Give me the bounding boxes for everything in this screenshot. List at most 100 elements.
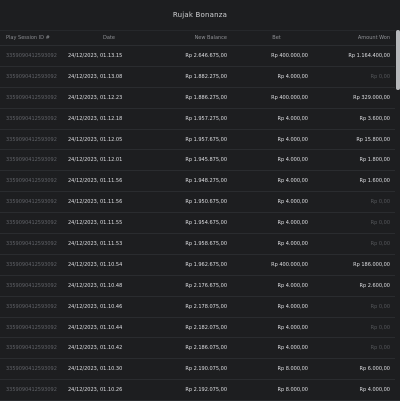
cell-amount-won: Rp 15.800,00 bbox=[356, 136, 390, 143]
header-date: Date bbox=[103, 35, 115, 41]
cell-session-id[interactable]: 3359090412593092 bbox=[0, 137, 64, 143]
cell-bet: Rp 4.000,00 bbox=[277, 345, 308, 352]
cell-new-balance: Rp 1.962.675,00 bbox=[185, 261, 227, 268]
cell-new-balance: Rp 1.948.275,00 bbox=[185, 178, 227, 185]
scrollbar-thumb[interactable] bbox=[396, 30, 400, 90]
cell-amount-won: Rp 3.600,00 bbox=[359, 115, 390, 122]
cell-amount-won: Rp 0,00 bbox=[370, 240, 390, 247]
cell-date: 24/12/2023, 01.10.42 bbox=[68, 345, 123, 352]
cell-session-id[interactable]: 3359090412593092 bbox=[0, 53, 64, 59]
cell-amount-won: Rp 1.164.400,00 bbox=[348, 52, 390, 59]
table-row[interactable]: 3359090412593092 24/12/2023, 01.10.42 Rp 2… bbox=[0, 338, 400, 360]
table-row[interactable]: 3359090412593092 24/12/2023, 01.10.48 Rp 2… bbox=[0, 276, 400, 297]
table-row[interactable]: 3359090412593092 24/12/2023, 01.11.56 Rp 1… bbox=[0, 171, 400, 193]
cell-session-id[interactable]: 3359090412593092 bbox=[0, 283, 64, 289]
cell-bet: Rp 4.000,00 bbox=[277, 73, 308, 80]
cell-bet: Rp 4.000,00 bbox=[277, 136, 308, 143]
window-title: Rujak Bonanza bbox=[172, 11, 228, 19]
table-row[interactable]: 3359090412593092 24/12/2023, 01.13.15 Rp 2… bbox=[0, 46, 400, 67]
cell-bet: Rp 4.000,00 bbox=[277, 178, 308, 185]
table-row[interactable]: 3359090412593092 24/12/2023, 01.12.01 Rp 1… bbox=[0, 150, 400, 172]
cell-date: 24/12/2023, 01.10.44 bbox=[68, 324, 123, 331]
cell-session-id[interactable]: 3359090412593092 bbox=[0, 95, 64, 101]
cell-date: 24/12/2023, 01.11.56 bbox=[68, 178, 123, 185]
cell-amount-won: Rp 0,00 bbox=[370, 73, 390, 80]
table-header: Play Session ID # Date New Balance Bet A… bbox=[0, 31, 400, 46]
cell-new-balance: Rp 1.957.675,00 bbox=[185, 136, 227, 143]
cell-session-id[interactable]: 3359090412593092 bbox=[0, 304, 64, 310]
table-row[interactable]: 3359090412593092 24/12/2023, 01.13.08 Rp 1… bbox=[0, 67, 400, 88]
window-title-bar: Rujak Bonanza bbox=[0, 0, 400, 31]
header-amount-won: Amount Won bbox=[357, 35, 390, 41]
cell-session-id[interactable]: 3359090412593092 bbox=[0, 366, 64, 372]
cell-date: 24/12/2023, 01.10.26 bbox=[68, 387, 123, 394]
table-row[interactable]: 3359090412593092 24/12/2023, 01.11.53 Rp 1… bbox=[0, 234, 400, 255]
cell-new-balance: Rp 1.954.675,00 bbox=[185, 220, 227, 227]
cell-bet: Rp 4.000,00 bbox=[277, 220, 308, 227]
cell-new-balance: Rp 2.182.075,00 bbox=[185, 324, 227, 331]
cell-amount-won: Rp 0,00 bbox=[370, 199, 390, 206]
cell-new-balance: Rp 1.882.275,00 bbox=[185, 73, 227, 80]
table-row[interactable]: 3359090412593092 24/12/2023, 01.11.56 Rp 1… bbox=[0, 192, 400, 214]
cell-session-id[interactable]: 3359090412593092 bbox=[0, 262, 64, 268]
cell-new-balance: Rp 2.178.075,00 bbox=[185, 303, 227, 310]
cell-session-id[interactable]: 3359090412593092 bbox=[0, 116, 64, 122]
cell-bet: Rp 400.000,00 bbox=[271, 261, 308, 268]
cell-date: 24/12/2023, 01.10.30 bbox=[68, 366, 123, 373]
cell-bet: Rp 4.000,00 bbox=[277, 240, 308, 247]
cell-session-id[interactable]: 3359090412593092 bbox=[0, 241, 64, 247]
cell-amount-won: Rp 2.600,00 bbox=[359, 282, 390, 289]
cell-new-balance: Rp 1.886.275,00 bbox=[185, 94, 227, 101]
scrollbar[interactable] bbox=[395, 30, 400, 400]
cell-date: 24/12/2023, 01.10.48 bbox=[68, 282, 123, 289]
table-row[interactable]: 3359090412593092 24/12/2023, 01.10.30 Rp 2… bbox=[0, 359, 400, 381]
cell-amount-won: Rp 329.000,00 bbox=[353, 94, 390, 101]
history-panel: Rujak Bonanza Play Session ID # Date New… bbox=[0, 0, 400, 401]
table-row[interactable]: 3359090412593092 24/12/2023, 01.11.55 Rp 1… bbox=[0, 213, 400, 235]
cell-session-id[interactable]: 3359090412593092 bbox=[0, 345, 64, 351]
cell-bet: Rp 8.000,00 bbox=[277, 387, 308, 394]
cell-date: 24/12/2023, 01.10.54 bbox=[68, 261, 123, 268]
cell-new-balance: Rp 1.957.275,00 bbox=[185, 115, 227, 122]
cell-bet: Rp 4.000,00 bbox=[277, 324, 308, 331]
cell-session-id[interactable]: 3359090412593092 bbox=[0, 178, 64, 184]
table-row[interactable]: 3359090412593092 24/12/2023, 01.10.26 Rp 2… bbox=[0, 380, 400, 401]
cell-amount-won: Rp 1.800,00 bbox=[359, 157, 390, 164]
cell-amount-won: Rp 186.000,00 bbox=[353, 261, 390, 268]
cell-session-id[interactable]: 3359090412593092 bbox=[0, 199, 64, 205]
cell-new-balance: Rp 2.646.675,00 bbox=[185, 52, 227, 59]
header-new-balance: New Balance bbox=[194, 35, 227, 41]
cell-bet: Rp 4.000,00 bbox=[277, 303, 308, 310]
cell-amount-won: Rp 1.600,00 bbox=[359, 178, 390, 185]
cell-bet: Rp 400.000,00 bbox=[271, 94, 308, 101]
cell-session-id[interactable]: 3359090412593092 bbox=[0, 74, 64, 80]
cell-date: 24/12/2023, 01.13.08 bbox=[68, 73, 123, 80]
table-row[interactable]: 3359090412593092 24/12/2023, 01.10.46 Rp 2… bbox=[0, 297, 400, 318]
cell-date: 24/12/2023, 01.11.53 bbox=[68, 240, 123, 247]
cell-session-id[interactable]: 3359090412593092 bbox=[0, 220, 64, 226]
cell-new-balance: Rp 1.945.875,00 bbox=[185, 157, 227, 164]
table-row[interactable]: 3359090412593092 24/12/2023, 01.10.44 Rp 2… bbox=[0, 318, 400, 339]
cell-amount-won: Rp 4.000,00 bbox=[359, 387, 390, 394]
cell-amount-won: Rp 0,00 bbox=[370, 324, 390, 331]
table-row[interactable]: 3359090412593092 24/12/2023, 01.12.18 Rp 1… bbox=[0, 109, 400, 130]
cell-bet: Rp 4.000,00 bbox=[277, 199, 308, 206]
cell-bet: Rp 4.000,00 bbox=[277, 157, 308, 164]
table-body: 3359090412593092 24/12/2023, 01.13.15 Rp 2… bbox=[0, 46, 400, 401]
cell-new-balance: Rp 2.186.075,00 bbox=[185, 345, 227, 352]
cell-new-balance: Rp 1.950.675,00 bbox=[185, 199, 227, 206]
cell-session-id[interactable]: 3359090412593092 bbox=[0, 157, 64, 163]
cell-bet: Rp 400.000,00 bbox=[271, 52, 308, 59]
cell-date: 24/12/2023, 01.11.55 bbox=[68, 220, 123, 227]
cell-date: 24/12/2023, 01.10.46 bbox=[68, 303, 123, 310]
cell-session-id[interactable]: 3359090412593092 bbox=[0, 325, 64, 331]
table-row[interactable]: 3359090412593092 24/12/2023, 01.12.05 Rp 1… bbox=[0, 130, 400, 151]
cell-new-balance: Rp 2.190.075,00 bbox=[185, 366, 227, 373]
cell-session-id[interactable]: 3359090412593092 bbox=[0, 387, 64, 393]
table-row[interactable]: 3359090412593092 24/12/2023, 01.12.23 Rp 1… bbox=[0, 88, 400, 109]
cell-date: 24/12/2023, 01.12.23 bbox=[68, 94, 123, 101]
table-row[interactable]: 3359090412593092 24/12/2023, 01.10.54 Rp 1… bbox=[0, 255, 400, 276]
cell-date: 24/12/2023, 01.12.01 bbox=[68, 157, 123, 164]
cell-new-balance: Rp 2.176.675,00 bbox=[185, 282, 227, 289]
cell-amount-won: Rp 0,00 bbox=[370, 345, 390, 352]
